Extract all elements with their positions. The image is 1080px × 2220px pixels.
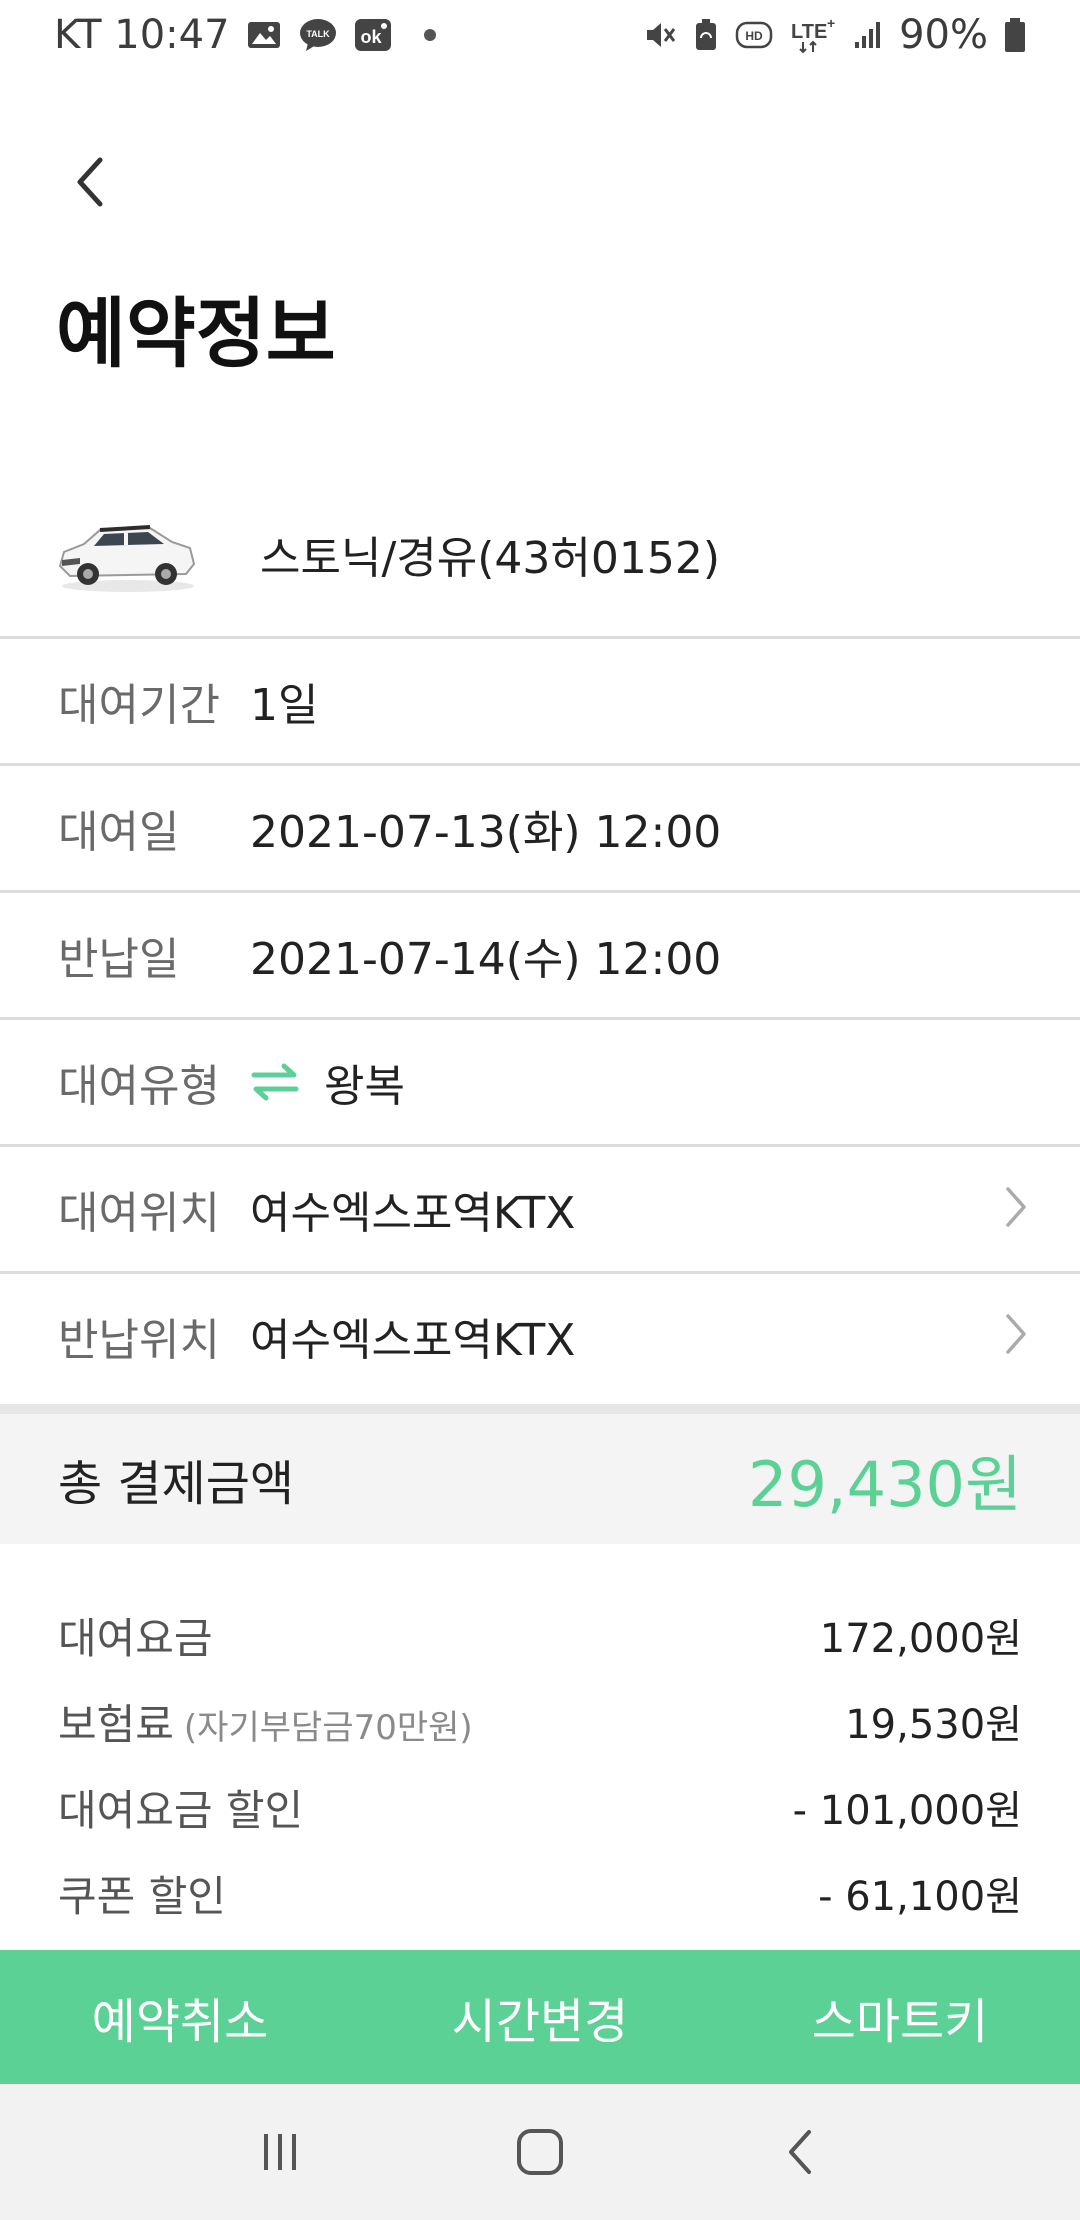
gallery-icon — [246, 19, 282, 51]
system-back-button[interactable] — [750, 2102, 850, 2202]
chevron-left-icon — [77, 157, 103, 207]
carrier-time: KT 10:47 — [54, 12, 230, 58]
info-label: 대여일 — [58, 807, 180, 858]
status-bar-right: HD LTE + 90% — [643, 12, 1026, 58]
back-icon — [789, 2130, 811, 2174]
car-row: 스토닉/경유(43허0152) — [0, 470, 1080, 638]
breakdown-row-rental-fee: 대여요금 172,000원 — [58, 1592, 1022, 1678]
breakdown-row-insurance: 보험료 (자기부담금70만원) 19,530원 — [58, 1678, 1022, 1764]
info-row-return-date: 반납일 2021-07-14(수) 12:00 — [0, 890, 1080, 1017]
chevron-right-icon — [1004, 1185, 1028, 1233]
info-row-rental-location[interactable]: 대여위치 여수엑스포역KTX — [0, 1144, 1080, 1271]
svg-text:LTE: LTE — [791, 21, 827, 43]
hd-icon: HD — [735, 20, 773, 50]
breakdown-row-rental-discount: 대여요금 할인 - 101,000원 — [58, 1764, 1022, 1850]
info-value: 왕복 — [324, 1061, 405, 1112]
breakdown-value: 172,000원 — [819, 1616, 1022, 1662]
info-value: 2021-07-14(수) 12:00 — [250, 934, 722, 985]
info-value: 2021-07-13(화) 12:00 — [250, 807, 722, 858]
breakdown-value: - 101,000원 — [792, 1788, 1022, 1834]
breakdown-label: 대여요금 — [58, 1613, 213, 1663]
recent-apps-button[interactable] — [230, 2102, 330, 2202]
svg-text:TALK: TALK — [306, 29, 330, 39]
status-bar: KT 10:47 TALK ok HD LTE + 90% — [0, 0, 1080, 70]
change-time-button[interactable]: 시간변경 — [360, 1982, 720, 2052]
info-label: 대여기간 — [58, 680, 220, 731]
status-bar-left: KT 10:47 TALK ok — [54, 12, 436, 58]
info-label: 반납일 — [58, 934, 180, 985]
breakdown-sublabel: (자기부담금70만원) — [183, 1707, 473, 1748]
svg-text:HD: HD — [745, 29, 763, 43]
payment-breakdown: 대여요금 172,000원 보험료 (자기부담금70만원) 19,530원 대여요… — [0, 1592, 1080, 1936]
breakdown-label: 쿠폰 할인 — [58, 1871, 226, 1921]
total-label: 총 결제금액 — [58, 1456, 295, 1512]
ok-icon: ok — [354, 17, 392, 53]
info-value-wrap: 왕복 — [250, 1050, 405, 1114]
chevron-right-icon — [1004, 1312, 1028, 1360]
system-nav-bar — [0, 2084, 1080, 2220]
breakdown-row-coupon-discount: 쿠폰 할인 - 61,100원 — [58, 1850, 1022, 1936]
battery-percent: 90% — [899, 12, 988, 58]
page-title: 예약정보 — [56, 289, 336, 378]
battery-saver-icon — [693, 18, 719, 52]
car-name: 스토닉/경유(43허0152) — [260, 533, 721, 584]
reservation-info-list: 대여기간 1일 대여일 2021-07-13(화) 12:00 반납일 2021… — [0, 636, 1080, 1398]
breakdown-label: 보험료 — [58, 1699, 174, 1749]
recent-apps-icon — [264, 2134, 296, 2170]
breakdown-label-wrap: 보험료 (자기부담금70만원) — [58, 1691, 473, 1752]
svg-text:ok: ok — [360, 27, 382, 47]
breakdown-value: - 61,100원 — [818, 1874, 1022, 1920]
swap-arrows-icon — [250, 1062, 300, 1102]
total-amount: 29,430원 — [748, 1448, 1022, 1521]
mute-icon — [643, 18, 677, 52]
cancel-reservation-button[interactable]: 예약취소 — [0, 1982, 360, 2052]
info-label: 반납위치 — [58, 1315, 220, 1366]
action-bar: 예약취소 시간변경 스마트키 — [0, 1950, 1080, 2084]
info-row-rental-date: 대여일 2021-07-13(화) 12:00 — [0, 763, 1080, 890]
info-value: 1일 — [250, 680, 319, 731]
info-label: 대여유형 — [58, 1061, 220, 1112]
breakdown-value: 19,530원 — [845, 1702, 1022, 1748]
battery-icon — [1004, 17, 1026, 53]
info-row-rental-period: 대여기간 1일 — [0, 636, 1080, 763]
smart-key-button[interactable]: 스마트키 — [720, 1982, 1080, 2052]
lte-icon: LTE + — [789, 16, 837, 54]
notification-dot-icon — [423, 29, 436, 41]
info-row-return-location[interactable]: 반납위치 여수엑스포역KTX — [0, 1271, 1080, 1398]
back-button[interactable] — [58, 150, 122, 214]
info-value: 여수엑스포역KTX — [250, 1188, 576, 1239]
breakdown-label: 대여요금 할인 — [58, 1785, 304, 1835]
car-image — [58, 525, 196, 592]
info-row-rental-type: 대여유형 왕복 — [0, 1017, 1080, 1144]
home-button[interactable] — [490, 2102, 590, 2202]
info-value: 여수엑스포역KTX — [250, 1315, 576, 1366]
total-payment-section: 총 결제금액 29,430원 — [0, 1404, 1080, 1544]
svg-text:+: + — [827, 16, 835, 31]
info-label: 대여위치 — [58, 1188, 220, 1239]
signal-icon — [853, 20, 883, 50]
talk-icon: TALK — [298, 17, 338, 53]
home-icon — [517, 2129, 563, 2175]
